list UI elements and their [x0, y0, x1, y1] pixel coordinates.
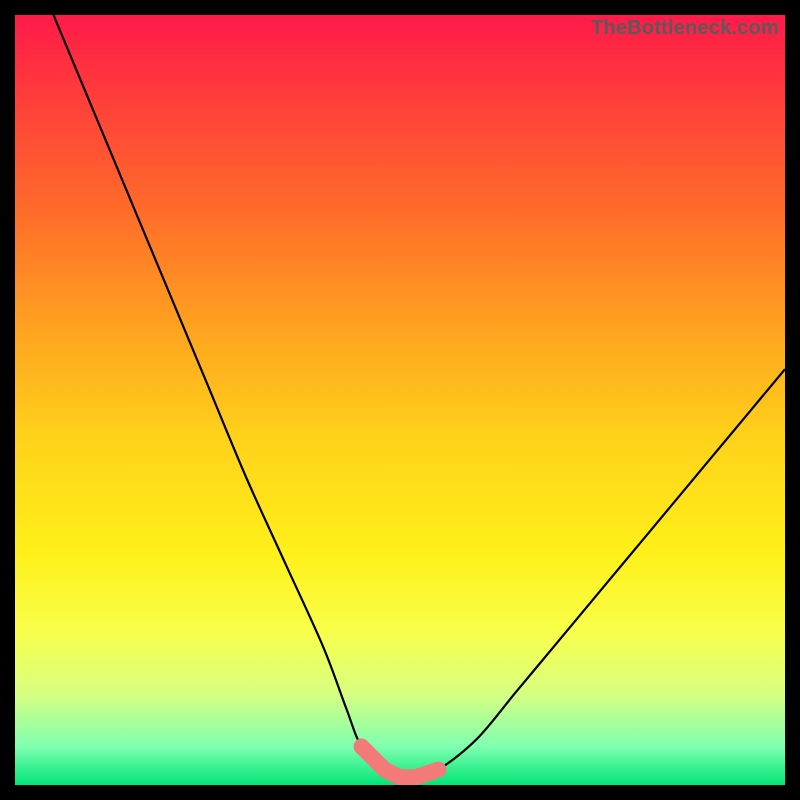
curve-layer [15, 15, 785, 785]
trough-marker-path [362, 747, 439, 778]
plot-area: TheBottleneck.com [15, 15, 785, 785]
bottleneck-curve-path [54, 15, 786, 778]
chart-frame: TheBottleneck.com [0, 0, 800, 800]
